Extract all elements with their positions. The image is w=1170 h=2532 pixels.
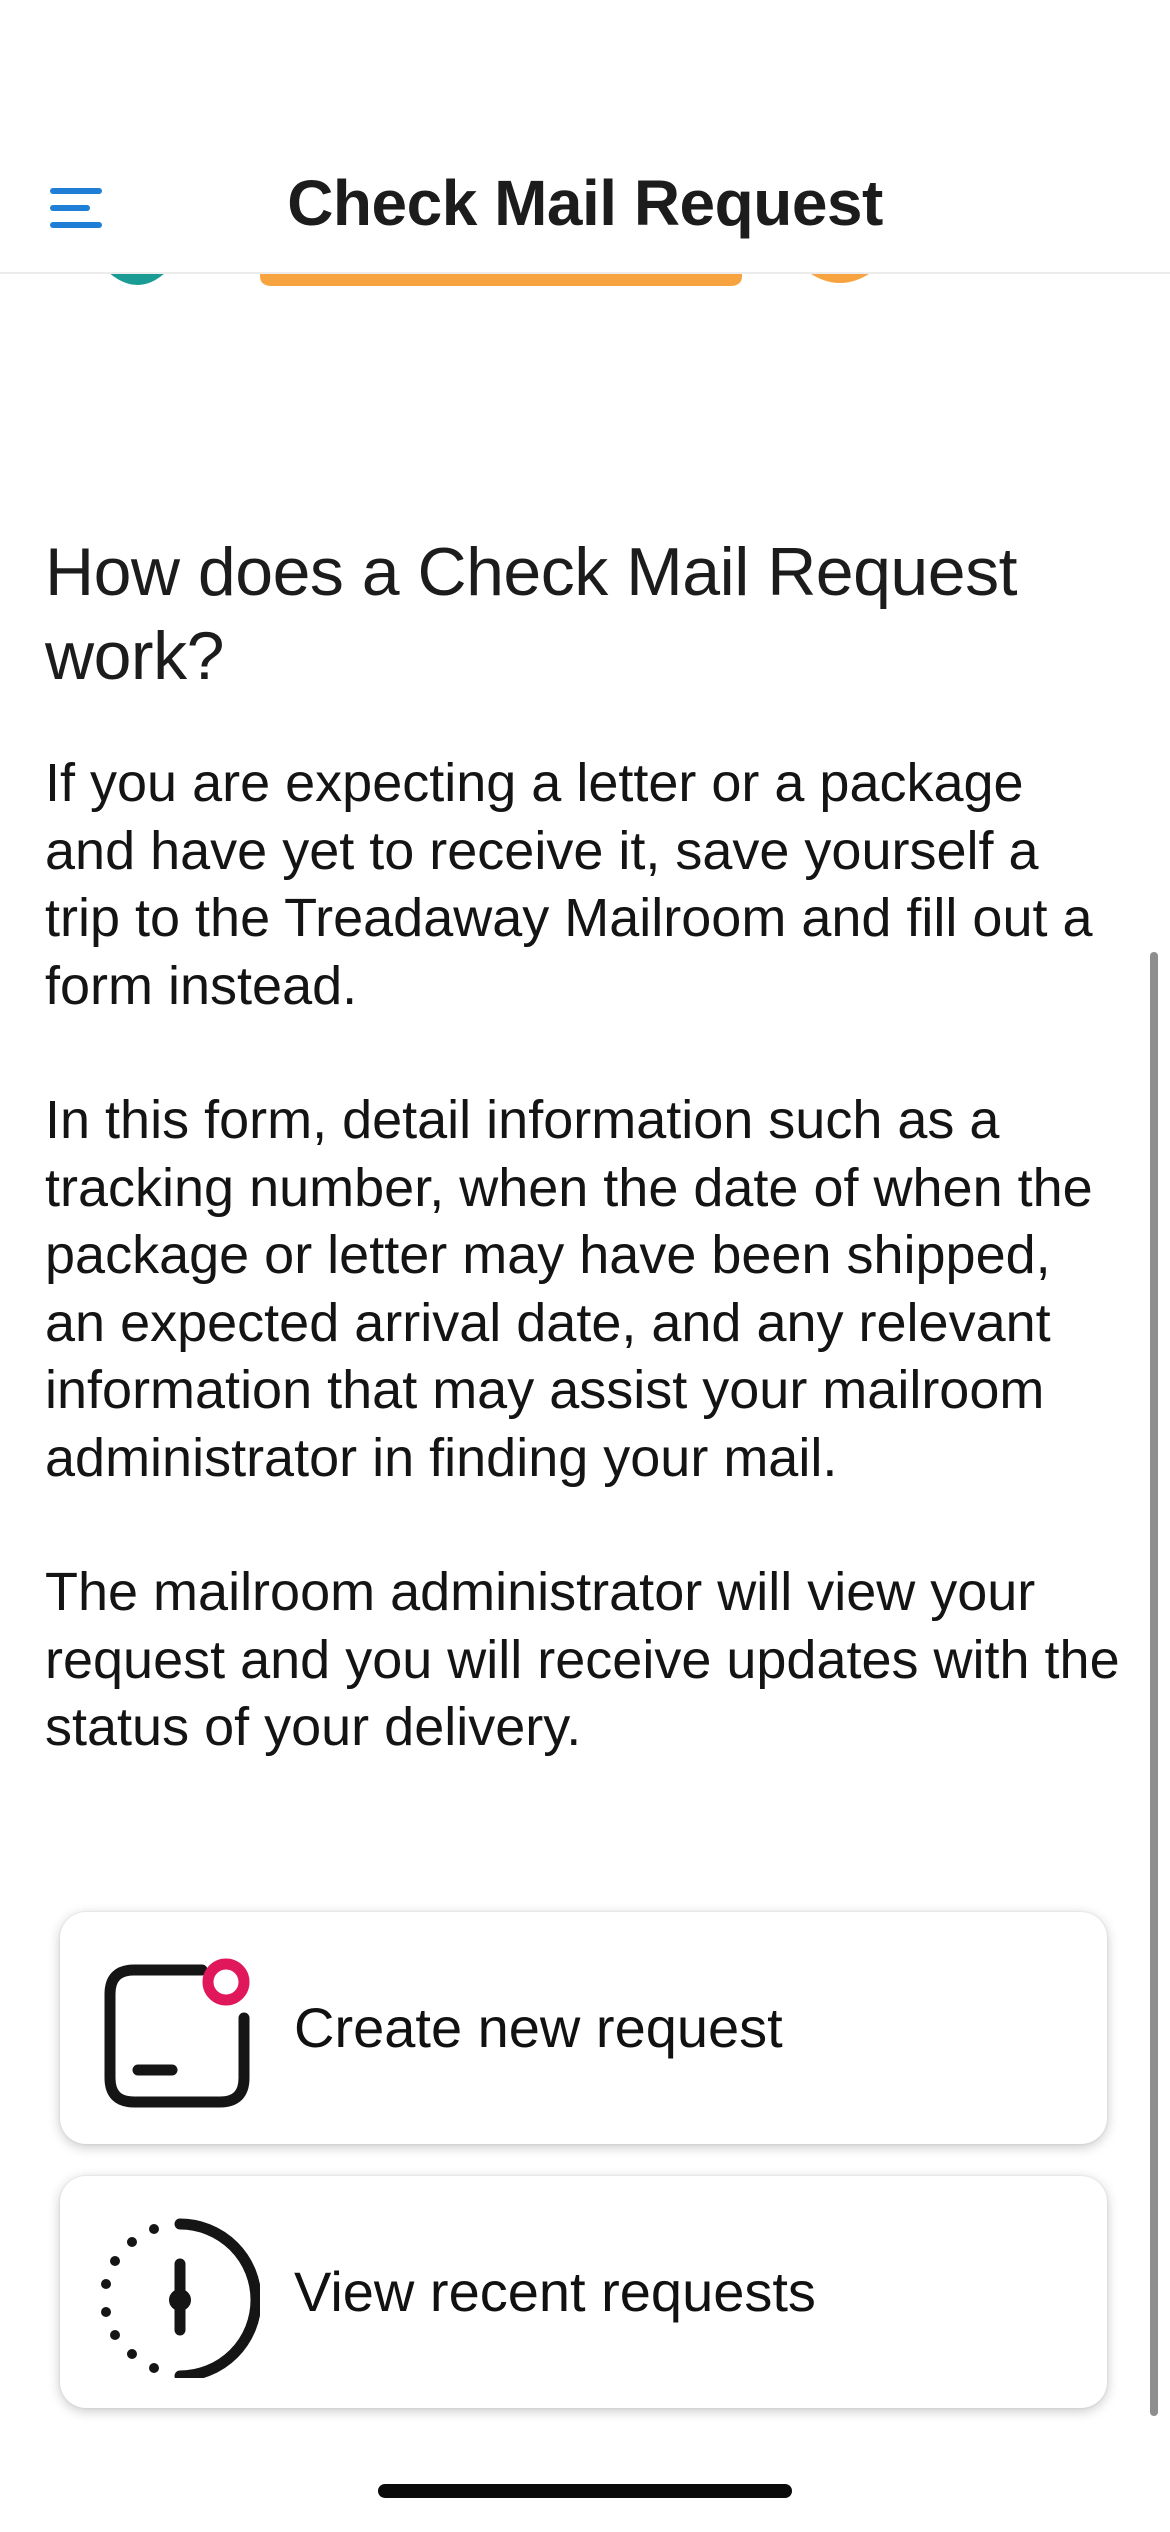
create-new-request-button[interactable]: Create new request	[60, 1912, 1107, 2144]
home-indicator[interactable]	[378, 2484, 792, 2498]
view-recent-requests-button[interactable]: View recent requests	[60, 2176, 1107, 2408]
scrollbar[interactable]	[1150, 952, 1158, 2416]
recent-history-icon	[100, 2218, 260, 2378]
info-paragraph: If you are expecting a letter or a packa…	[45, 753, 1093, 1016]
app-header: Check Mail Request	[0, 0, 1170, 274]
view-requests-label: View recent requests	[294, 2260, 816, 2323]
header-illustration	[0, 272, 1170, 312]
decorative-illustration	[108, 272, 872, 286]
info-paragraph: In this form, detail information such as…	[45, 1090, 1093, 1488]
page-title: Check Mail Request	[287, 167, 883, 239]
info-section: How does a Check Mail Request work? If y…	[45, 530, 1125, 1829]
info-heading: How does a Check Mail Request work?	[45, 534, 1017, 694]
create-request-label: Create new request	[294, 1996, 783, 2059]
new-request-icon	[100, 1954, 260, 2114]
info-paragraph: The mailroom administrator will view you…	[45, 1562, 1120, 1757]
